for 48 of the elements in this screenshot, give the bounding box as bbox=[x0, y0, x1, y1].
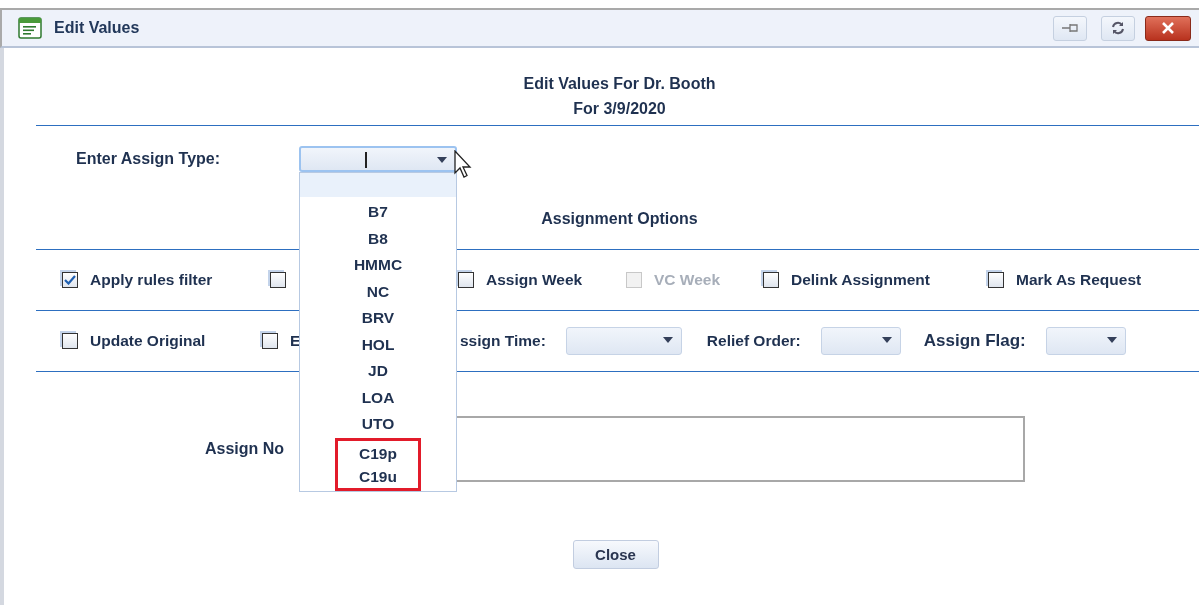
dropdown-option[interactable]: HOL bbox=[335, 331, 421, 358]
checkbox[interactable] bbox=[62, 272, 78, 288]
section-title: Assignment Options bbox=[541, 209, 698, 229]
field-label: Relief Order: bbox=[706, 332, 801, 350]
notes-label: Assign No bbox=[205, 440, 285, 458]
close-dialog-button[interactable]: Close bbox=[572, 540, 659, 569]
caret-icon bbox=[437, 157, 447, 163]
checkbox[interactable] bbox=[270, 272, 286, 288]
text-cursor bbox=[365, 152, 367, 168]
caret-icon bbox=[662, 337, 673, 343]
dropdown-option[interactable]: LOA bbox=[335, 384, 421, 411]
checkbox[interactable] bbox=[988, 272, 1004, 288]
dropdown-option[interactable]: C19p bbox=[335, 437, 421, 464]
checkbox-label: VC Week bbox=[654, 271, 721, 289]
dropdown-option[interactable]: NC bbox=[335, 278, 421, 305]
pin-button[interactable] bbox=[1053, 15, 1087, 41]
dropdown-option[interactable]: UTO bbox=[335, 411, 421, 438]
checkbox-label: E bbox=[290, 332, 301, 350]
field-label: Assign Flag: bbox=[923, 331, 1026, 351]
checkbox-label: Assign Week bbox=[486, 271, 583, 289]
window-icon bbox=[18, 17, 42, 39]
dropdown-option[interactable]: BRV bbox=[335, 305, 421, 332]
dropdown-option[interactable]: C19u bbox=[335, 464, 421, 491]
checkbox[interactable] bbox=[458, 272, 474, 288]
close-icon bbox=[1160, 22, 1176, 34]
checkbox[interactable] bbox=[62, 333, 78, 349]
dropdown-option[interactable]: B8 bbox=[335, 225, 421, 252]
checkbox[interactable] bbox=[262, 333, 278, 349]
refresh-button[interactable] bbox=[1101, 15, 1135, 41]
pin-icon bbox=[1061, 23, 1079, 33]
caret-icon bbox=[1106, 337, 1117, 343]
checkbox-label: Update Original bbox=[90, 332, 206, 350]
window-title: Edit Values bbox=[54, 19, 140, 37]
dialog-heading: Edit Values For Dr. Booth bbox=[522, 74, 717, 94]
assign-type-label: Enter Assign Type: bbox=[76, 150, 222, 168]
field-label: ssign Time: bbox=[460, 332, 546, 350]
checkbox-label: Apply rules filter bbox=[90, 271, 213, 289]
dialog-heading: For 3/9/2020 bbox=[572, 99, 667, 119]
checkbox[interactable] bbox=[763, 272, 779, 288]
close-button[interactable] bbox=[1145, 15, 1191, 41]
dropdown-option[interactable]: HMMC bbox=[335, 252, 421, 279]
refresh-icon bbox=[1111, 21, 1125, 35]
checkbox-label: Delink Assignment bbox=[791, 271, 930, 289]
assign-type-dropdown[interactable] bbox=[299, 146, 457, 172]
caret-icon bbox=[881, 337, 892, 343]
dropdown-option[interactable]: JD bbox=[335, 358, 421, 385]
dropdown-option[interactable]: B7 bbox=[335, 199, 421, 226]
checkbox-label: Mark As Request bbox=[1016, 271, 1142, 289]
